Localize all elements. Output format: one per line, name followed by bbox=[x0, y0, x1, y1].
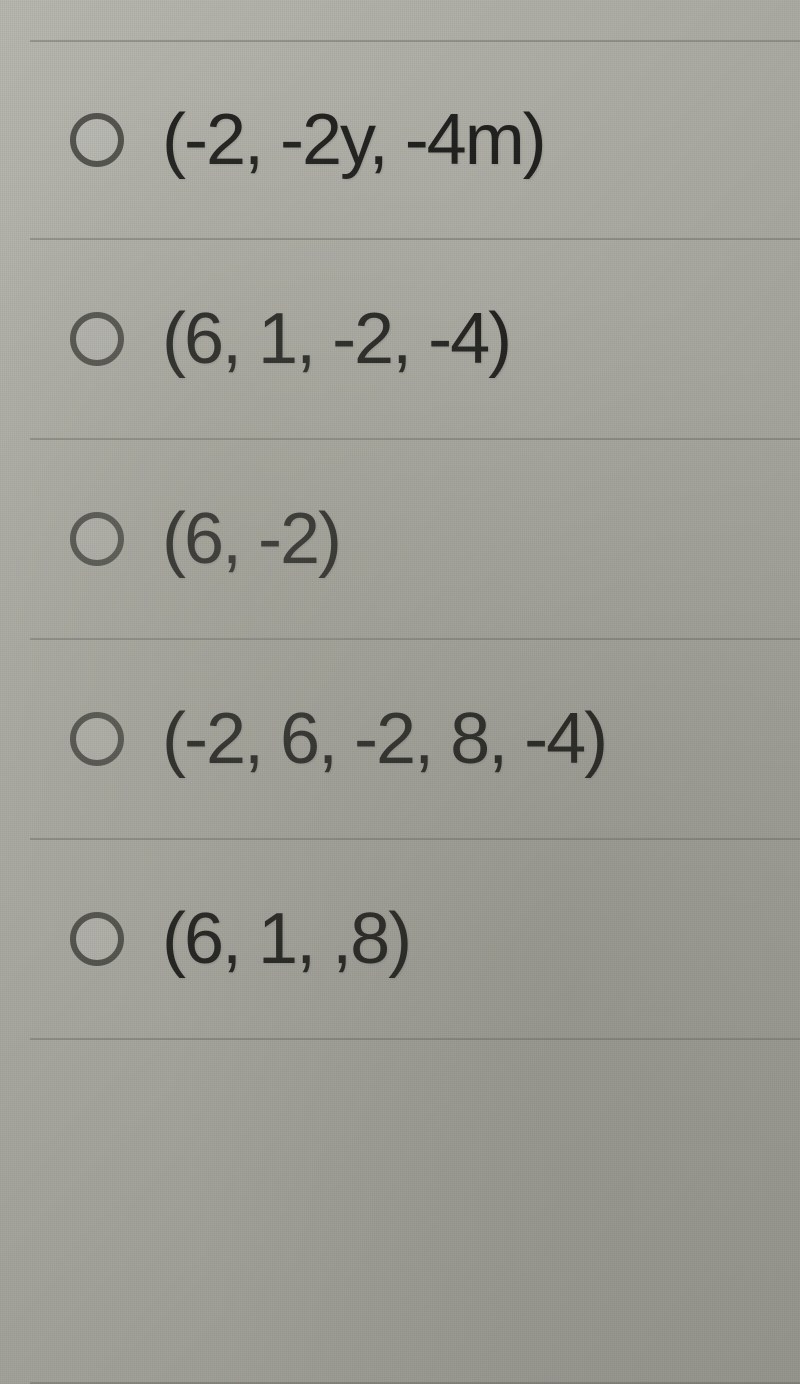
option-label: (-2, 6, -2, 8, -4) bbox=[162, 698, 606, 780]
radio-icon[interactable] bbox=[70, 912, 124, 966]
radio-icon[interactable] bbox=[70, 712, 124, 766]
option-row-3[interactable]: (6, -2) bbox=[30, 440, 800, 640]
option-row-5[interactable]: (6, 1, ,8) bbox=[30, 840, 800, 1040]
empty-space bbox=[30, 1040, 800, 1384]
option-label: (6, 1, ,8) bbox=[162, 898, 410, 980]
option-label: (6, 1, -2, -4) bbox=[162, 298, 510, 380]
option-label: (6, -2) bbox=[162, 498, 340, 580]
radio-icon[interactable] bbox=[70, 512, 124, 566]
option-row-1[interactable]: (-2, -2y, -4m) bbox=[30, 40, 800, 240]
option-row-4[interactable]: (-2, 6, -2, 8, -4) bbox=[30, 640, 800, 840]
radio-icon[interactable] bbox=[70, 113, 124, 167]
option-row-2[interactable]: (6, 1, -2, -4) bbox=[30, 240, 800, 440]
radio-options-list: (-2, -2y, -4m) (6, 1, -2, -4) (6, -2) (-… bbox=[0, 0, 800, 1384]
radio-icon[interactable] bbox=[70, 312, 124, 366]
option-label: (-2, -2y, -4m) bbox=[162, 99, 545, 181]
